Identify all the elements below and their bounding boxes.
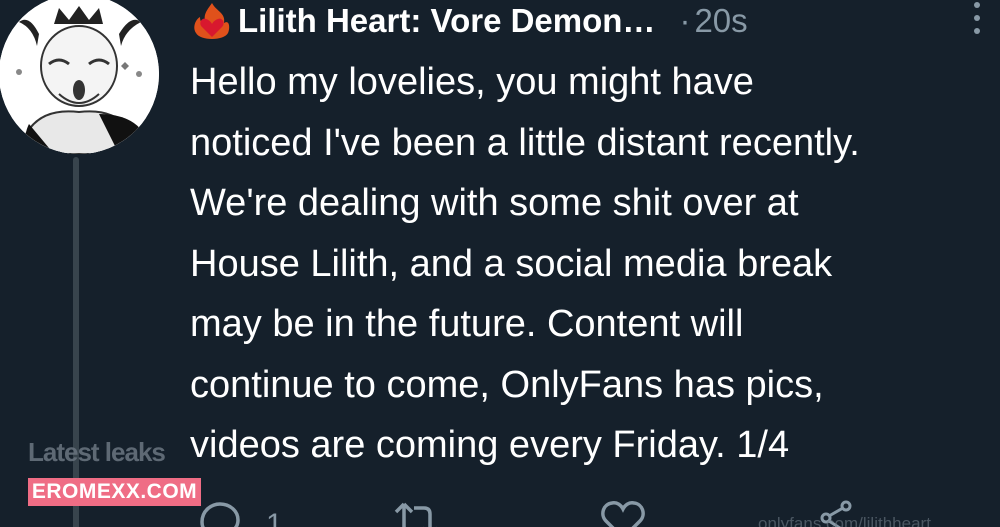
- separator-dot: ·: [679, 2, 691, 39]
- fire-heart-emoji-icon: [194, 3, 230, 39]
- like-icon[interactable]: [600, 500, 646, 527]
- display-name[interactable]: Lilith Heart: Vore Demon…: [238, 2, 655, 40]
- more-icon[interactable]: [966, 2, 988, 38]
- avatar-illustration: [0, 0, 159, 154]
- thread-line: [73, 157, 79, 527]
- tweet[interactable]: Lilith Heart: Vore Demon… · 20s Hello my…: [0, 0, 1000, 527]
- avatar[interactable]: [0, 0, 159, 154]
- retweet-icon[interactable]: [392, 502, 442, 527]
- link-watermark: onlyfans.com/lilithheart: [758, 514, 931, 527]
- reply-count: 1: [266, 508, 283, 527]
- tweet-text: Hello my lovelies, you might have notice…: [190, 61, 860, 466]
- tweet-header: Lilith Heart: Vore Demon… · 20s: [190, 0, 748, 42]
- watermark-badge: EROMEXX.COM: [28, 478, 201, 506]
- timestamp[interactable]: 20s: [694, 2, 747, 40]
- reply-icon[interactable]: [196, 500, 242, 527]
- watermark-text: Latest leaks: [28, 437, 166, 467]
